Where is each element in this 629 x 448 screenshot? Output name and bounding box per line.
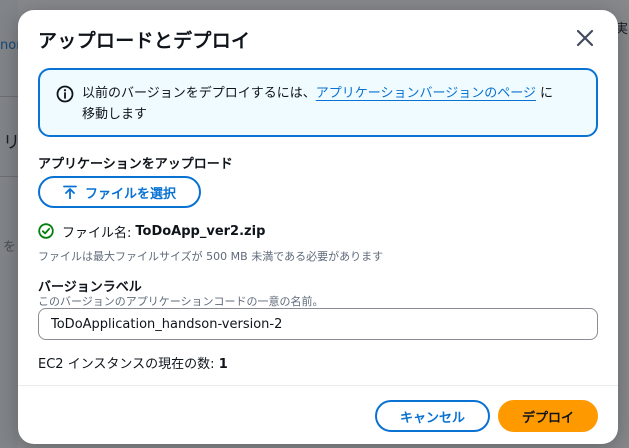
alert-text: 以前のバージョンをデプロイするには、アプリケーションバージョンのページ に移動しま… xyxy=(82,83,562,125)
version-label-input[interactable] xyxy=(38,308,598,340)
check-circle-icon xyxy=(38,223,54,239)
ec2-count-value: 1 xyxy=(218,357,228,372)
cancel-label: キャンセル xyxy=(399,410,465,426)
ec2-instance-count: EC2 インスタンスの現在の数: 1 xyxy=(38,353,228,372)
cancel-button[interactable]: キャンセル xyxy=(375,400,490,432)
deploy-label: デプロイ xyxy=(521,410,574,426)
file-name-value: ToDoApp_ver2.zip xyxy=(135,223,266,239)
choose-file-label: ファイルを選択 xyxy=(84,186,176,202)
modal-header: アップロードとデプロイ xyxy=(18,10,618,64)
close-icon xyxy=(576,29,594,47)
info-alert: 以前のバージョンをデプロイするには、アプリケーションバージョンのページ に移動しま… xyxy=(38,68,598,137)
file-size-hint: ファイルは最大ファイルサイズが 500 MB 未満である必要があります xyxy=(38,250,384,263)
file-name-label: ファイル名: xyxy=(62,225,132,241)
upload-arrow-icon xyxy=(63,185,77,199)
file-status: ファイル名: ToDoApp_ver2.zip xyxy=(38,221,265,241)
modal-title: アップロードとデプロイ xyxy=(38,30,251,52)
info-icon xyxy=(56,85,74,103)
deploy-button[interactable]: デプロイ xyxy=(498,400,598,432)
version-description: このバージョンのアプリケーションコードの一意の名前。 xyxy=(38,295,324,308)
choose-file-button[interactable]: ファイルを選択 xyxy=(38,176,201,208)
alert-text-before: 以前のバージョンをデプロイするには、 xyxy=(82,86,316,101)
application-versions-link[interactable]: アプリケーションバージョンのページ xyxy=(316,86,536,101)
upload-label: アプリケーションをアップロード xyxy=(38,157,233,172)
modal-body: 以前のバージョンをデプロイするには、アプリケーションバージョンのページ に移動しま… xyxy=(18,64,618,386)
ec2-count-label: EC2 インスタンスの現在の数: xyxy=(38,357,215,372)
close-button[interactable] xyxy=(573,26,597,50)
footer-divider xyxy=(18,385,618,386)
upload-deploy-modal: アップロードとデプロイ 以前のバージョンをデプロイするには、アプリケーションバー… xyxy=(18,10,618,444)
